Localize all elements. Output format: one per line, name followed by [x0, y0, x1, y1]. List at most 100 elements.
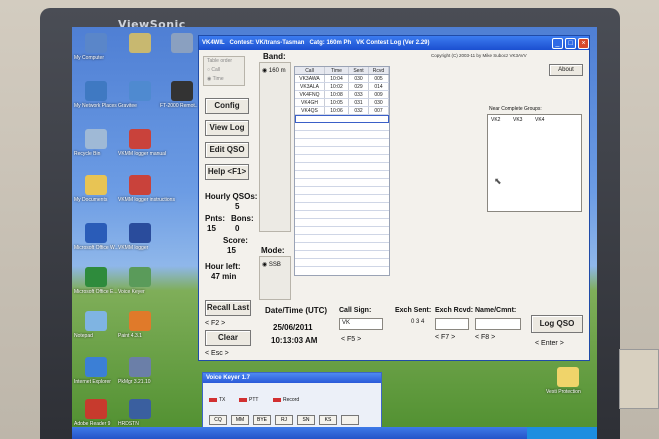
desktop-icon-protection[interactable]: Vesti Protection	[546, 367, 590, 395]
desktop-icon-ie[interactable]: Internet Explorer	[74, 357, 118, 385]
desktop-icon-logger-manual[interactable]: VKMM logger manual	[118, 129, 166, 157]
table-row[interactable]: VK4QS 10:06 032 007	[295, 107, 389, 115]
desktop-icon-logger[interactable]: VKMM logger	[118, 223, 162, 251]
desktop-icon-network[interactable]: My Network Places	[74, 81, 118, 109]
help-button[interactable]: Help <F1>	[205, 164, 249, 180]
table-row-empty[interactable]	[295, 147, 389, 155]
desktop-icon-voice-keyer[interactable]: Voice Keyer	[118, 267, 162, 295]
edit-qso-button[interactable]: Edit QSO	[205, 142, 249, 158]
minimize-icon[interactable]: _	[552, 37, 563, 49]
groups-label: Near Complete Groups:	[489, 106, 542, 112]
logger-icon	[129, 223, 151, 243]
desktop-icon-excel[interactable]: Microsoft Office E...	[74, 267, 118, 295]
record-indicator: Record	[273, 397, 299, 403]
voice-empty-button[interactable]	[341, 415, 359, 425]
close-icon[interactable]: ×	[578, 37, 589, 49]
table-row-empty[interactable]	[295, 211, 389, 219]
system-tray[interactable]	[527, 427, 597, 439]
table-row[interactable]: VK3AWA 10:04 030 005	[295, 75, 389, 83]
exch-rcvd-input[interactable]	[435, 318, 469, 330]
app-icon	[129, 33, 151, 53]
table-row[interactable]: VK4FNQ 10:08 033 009	[295, 91, 389, 99]
notepad-icon	[85, 311, 107, 331]
desktop-icon-my-documents[interactable]: My Documents	[74, 175, 118, 203]
desktop-icon-paint[interactable]: Paint 4.3.1	[118, 311, 162, 339]
desktop-icon-notepad[interactable]: Notepad	[74, 311, 118, 339]
hour-left-value: 47 min	[211, 272, 237, 281]
table-row[interactable]: VK3ALA 10:02 029 014	[295, 83, 389, 91]
table-row[interactable]: VK4GH 10:05 031 030	[295, 99, 389, 107]
table-row-empty[interactable]	[295, 243, 389, 251]
table-row-empty[interactable]	[295, 203, 389, 211]
config-button[interactable]: Config	[205, 98, 249, 114]
hotkey-f2: < F2 >	[205, 320, 226, 327]
desktop-icon-my-computer[interactable]: My Computer	[74, 33, 118, 61]
copyright: Copyright (C) 2003-11 by Mike Subocz VK3…	[431, 53, 527, 58]
call-sign-input[interactable]: VK	[339, 318, 383, 330]
clear-button[interactable]: Clear	[205, 330, 251, 346]
datetime-label: Date/Time (UTC)	[265, 306, 328, 315]
log-qso-button[interactable]: Log QSO	[531, 315, 583, 333]
order-time-radio[interactable]: ◉ Time	[207, 76, 224, 82]
voice-mm-button[interactable]: MM	[231, 415, 249, 425]
voice-sn-button[interactable]: SN	[297, 415, 315, 425]
table-row-empty[interactable]	[295, 171, 389, 179]
table-row-empty[interactable]	[295, 179, 389, 187]
table-row-empty[interactable]	[295, 195, 389, 203]
voice-rj-button[interactable]: RJ	[275, 415, 293, 425]
name-cmnt-input[interactable]	[475, 318, 521, 330]
pdf-icon	[129, 129, 151, 149]
voice-keyer-title: Voice Keyer 1.7	[203, 373, 381, 383]
exch-sent-value: 0 3 4	[411, 319, 425, 325]
table-row-empty[interactable]	[295, 155, 389, 163]
table-row-empty[interactable]	[295, 219, 389, 227]
voice-bye-button[interactable]: BYE	[253, 415, 271, 425]
table-row-empty[interactable]	[295, 235, 389, 243]
desktop-icon-col2-0[interactable]	[118, 33, 162, 55]
exch-rcvd-label: Exch Rcvd:	[435, 307, 474, 314]
table-row-empty[interactable]	[295, 227, 389, 235]
hourly-qsos-label: Hourly QSOs:	[205, 192, 258, 201]
internet-explorer-icon	[85, 357, 107, 377]
table-row-empty[interactable]	[295, 139, 389, 147]
voice-keyer-window: Voice Keyer 1.7 TX PTT Record CQ MM BYE …	[202, 372, 382, 430]
table-row-empty[interactable]	[295, 251, 389, 259]
recall-last-button[interactable]: Recall Last	[205, 300, 251, 316]
order-call-radio[interactable]: ○ Call	[207, 67, 220, 73]
folder-icon	[85, 175, 107, 195]
mode-label: Mode:	[261, 246, 285, 255]
voice-cq-button[interactable]: CQ	[209, 415, 227, 425]
time-value: 10:13:03 AM	[271, 336, 318, 345]
desktop-icon-gravitee[interactable]: Gravitee	[118, 81, 162, 109]
table-row-empty-selected[interactable]	[295, 115, 389, 123]
about-button[interactable]: About	[549, 64, 583, 76]
desktop-icon-adobe[interactable]: Adobe Reader 9	[74, 399, 118, 427]
voice-ks-button[interactable]: KS	[319, 415, 337, 425]
view-log-button[interactable]: View Log	[205, 120, 249, 136]
band-radio[interactable]: ◉ 160 m	[262, 67, 286, 74]
table-order-panel: Table order ○ Call ◉ Time	[203, 56, 245, 86]
desktop-icon-logger-instructions[interactable]: VKMM logger instructions	[118, 175, 175, 203]
table-row-empty[interactable]	[295, 131, 389, 139]
desktop-icon-recycle-bin[interactable]: Recycle Bin	[74, 129, 118, 157]
pnts-label: Pnts:	[205, 214, 225, 223]
table-row-empty[interactable]	[295, 187, 389, 195]
table-row-empty[interactable]	[295, 123, 389, 131]
mouse-cursor-icon: ⬉	[494, 176, 502, 186]
table-row-empty[interactable]	[295, 163, 389, 171]
computer-icon	[85, 33, 107, 53]
table-row-empty[interactable]	[295, 259, 389, 267]
hourly-qsos-value: 5	[235, 202, 240, 211]
desktop-icon-pkmgr[interactable]: PkMgr 3.21.10	[118, 357, 162, 385]
desktop-icon-hrdstn[interactable]: HRDSTN	[118, 399, 162, 427]
near-complete-groups-list[interactable]: VK2 VK3 VK4	[487, 114, 582, 212]
maximize-icon[interactable]: □	[565, 37, 576, 49]
score-label: Score:	[223, 236, 248, 245]
desktop-icon-word[interactable]: Microsoft Office W...	[74, 223, 119, 251]
hotkey-f7: < F7 >	[435, 334, 456, 341]
network-icon	[85, 81, 107, 101]
mode-radio[interactable]: ◉ SSB	[262, 261, 281, 268]
monitor-frame: ViewSonic My Computer My Network Places …	[0, 0, 659, 439]
pdf-icon	[129, 175, 151, 195]
name-cmnt-label: Name/Cmnt:	[475, 307, 517, 314]
